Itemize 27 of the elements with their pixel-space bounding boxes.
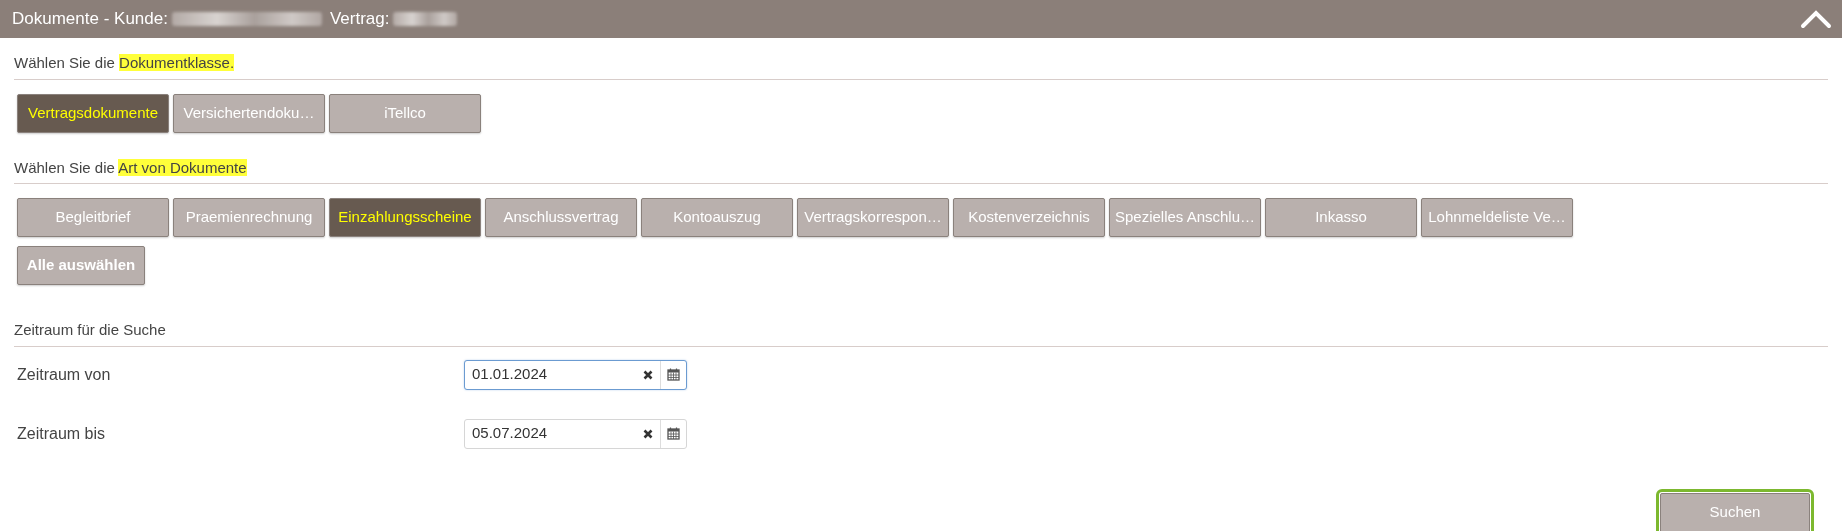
- section-heading: Wählen Sie die Dokumentklasse.: [14, 38, 1828, 80]
- field-label: Zeitraum bis: [17, 423, 107, 444]
- panel-title: Dokumente - Kunde:: [12, 8, 168, 31]
- toggle-button[interactable]: Lohnmeldeliste Ve…: [1421, 198, 1573, 237]
- toggle-button[interactable]: Kontoauszug: [641, 198, 793, 237]
- toggle-button[interactable]: Kostenverzeichnis: [953, 198, 1105, 237]
- toggle-button[interactable]: Anschlussvertrag: [485, 198, 637, 237]
- toggle-button[interactable]: Versichertendoku…: [173, 93, 325, 133]
- date-picker[interactable]: 05.07.2024: [464, 418, 687, 449]
- toggle-button[interactable]: Begleitbrief: [17, 198, 169, 237]
- toggle-button[interactable]: Vertragsdokumente: [17, 93, 169, 133]
- date-input[interactable]: 01.01.2024: [465, 363, 635, 386]
- section-heading: Zeitraum für die Suche: [14, 305, 1828, 347]
- panel-title: Vertrag:: [329, 8, 390, 31]
- date-input[interactable]: 05.07.2024: [465, 422, 635, 445]
- field-label: Zeitraum von: [17, 364, 112, 385]
- section-heading: Wählen Sie die Art von Dokumente: [14, 142, 1828, 184]
- blurred-text: [393, 12, 458, 26]
- select-all-button[interactable]: Alle auswählen: [17, 246, 145, 285]
- toggle-button[interactable]: iTellco: [329, 93, 481, 133]
- toggle-button[interactable]: Vertragskorrespon…: [797, 198, 949, 237]
- toggle-button[interactable]: Spezielles Anschlu…: [1109, 198, 1261, 237]
- toggle-button[interactable]: Praemienrechnung: [173, 198, 325, 237]
- collapse-icon[interactable]: [1800, 9, 1832, 29]
- toggle-button[interactable]: Einzahlungsscheine: [329, 198, 481, 237]
- date-picker[interactable]: 01.01.2024: [464, 359, 687, 390]
- toggle-button[interactable]: Inkasso: [1265, 198, 1417, 237]
